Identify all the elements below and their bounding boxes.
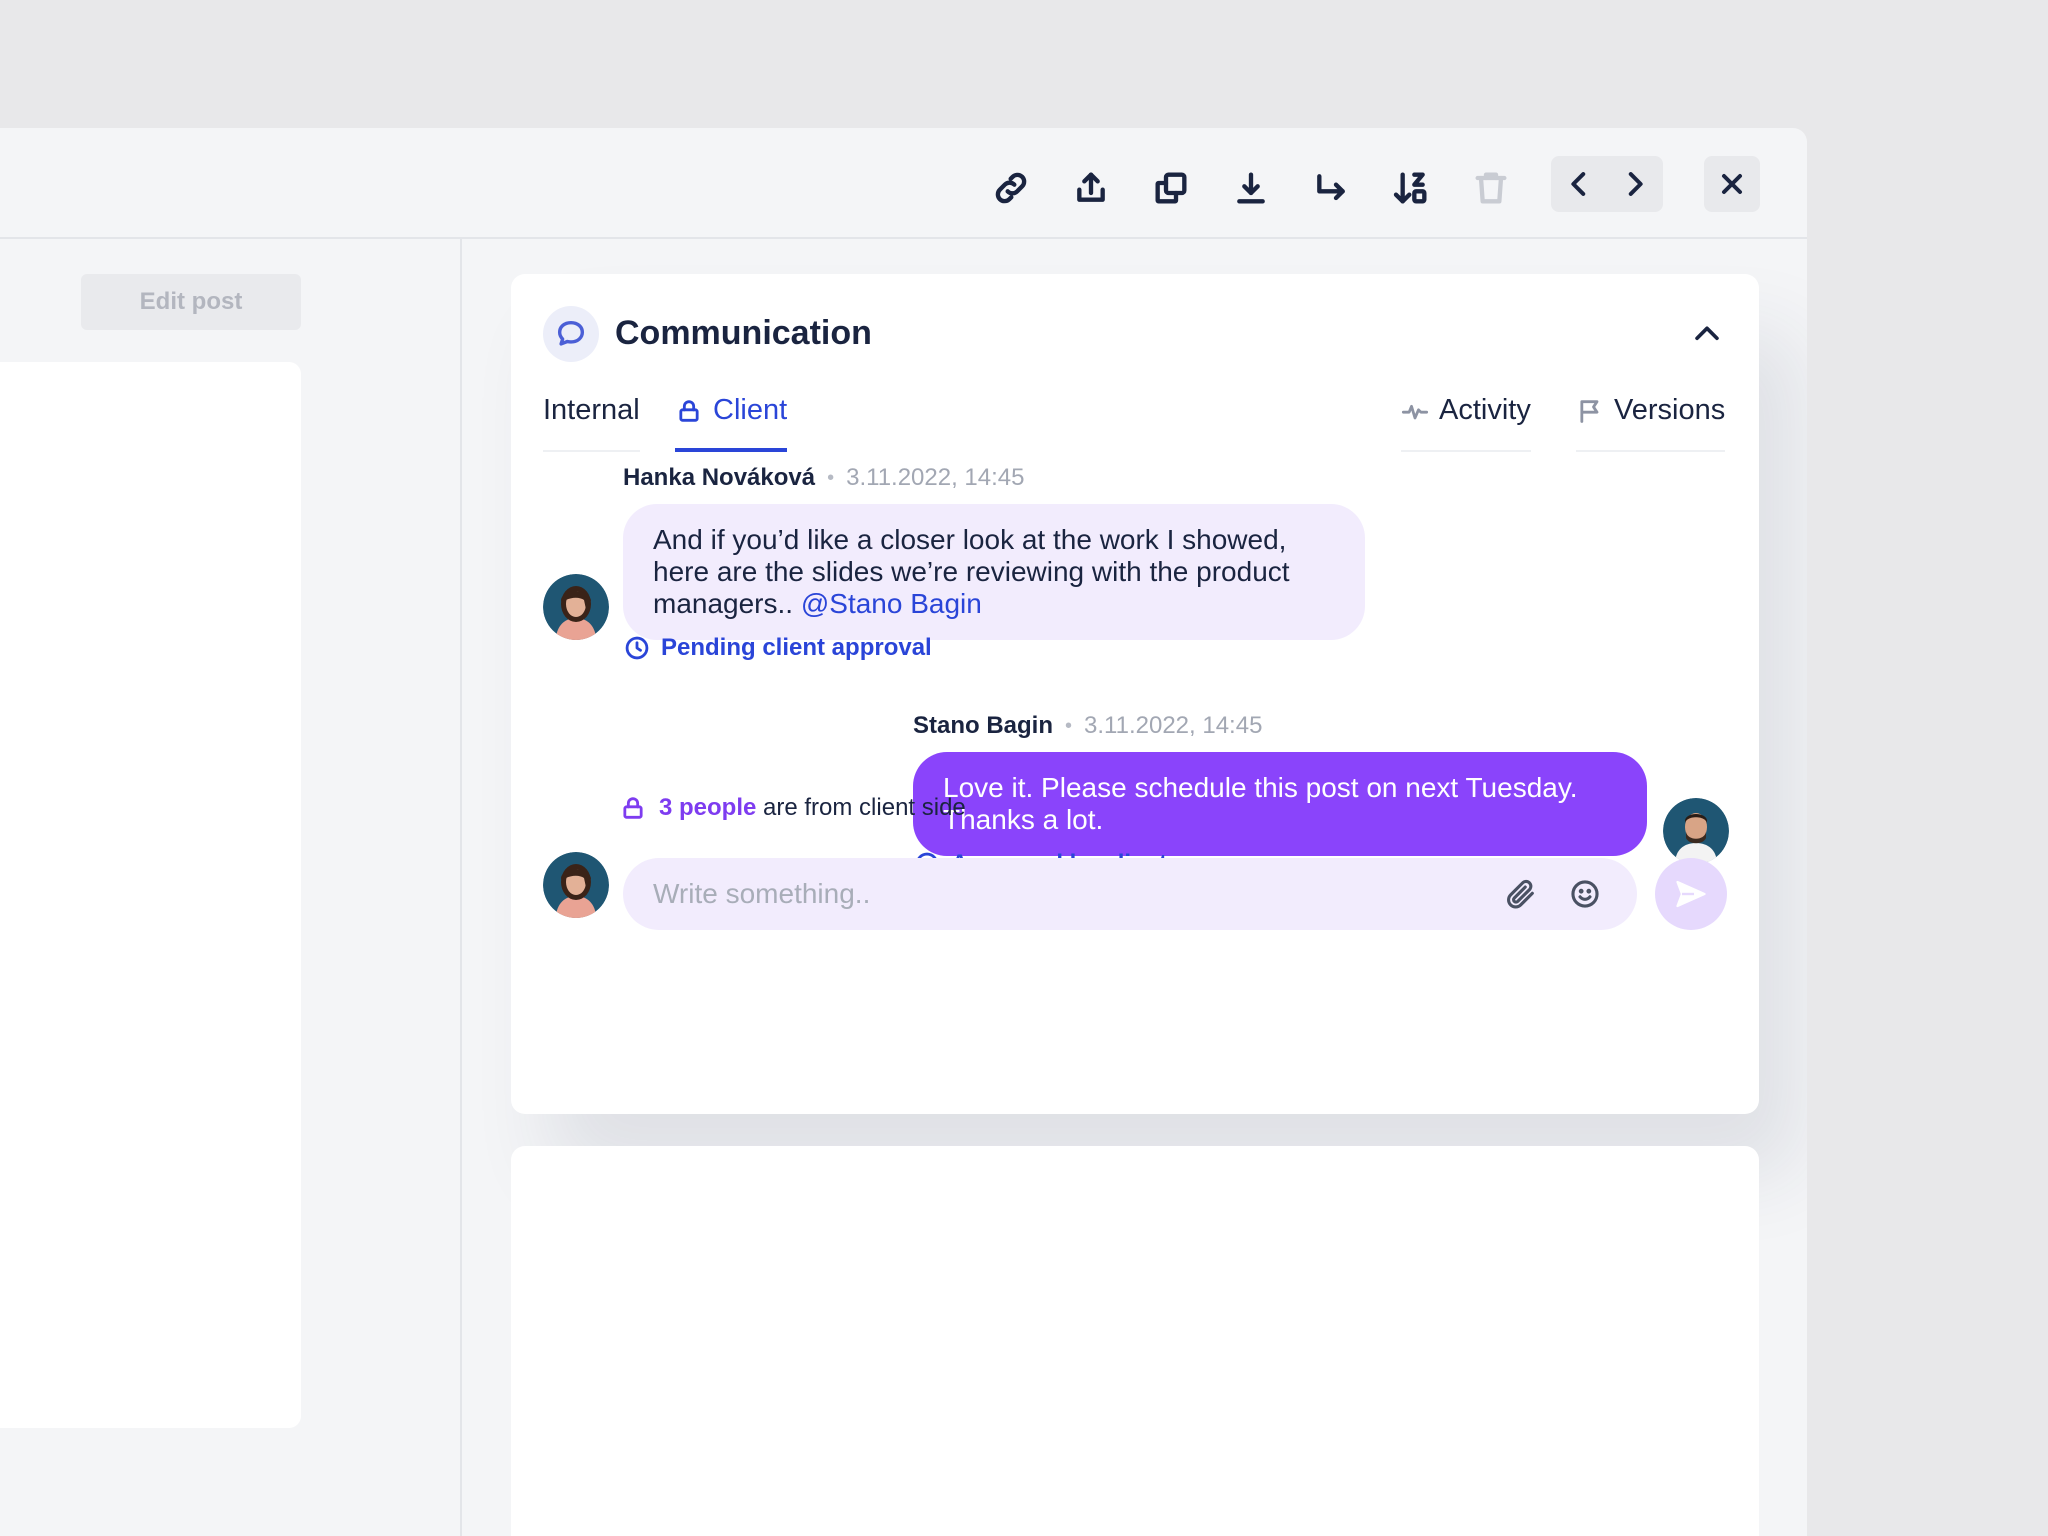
tab-activity-label: Activity	[1439, 394, 1531, 426]
share-button[interactable]	[1063, 160, 1119, 216]
tab-internal-label: Internal	[543, 394, 640, 426]
post-navigation	[1551, 156, 1663, 212]
avatar	[1663, 798, 1729, 864]
chevron-up-icon	[1695, 326, 1719, 341]
post-preview-card	[0, 362, 301, 1428]
send-button[interactable]	[1655, 858, 1727, 930]
copy-link-button[interactable]	[983, 160, 1039, 216]
status-label: Pending client approval	[661, 634, 932, 661]
duplicate-button[interactable]	[1143, 160, 1199, 216]
flag-icon	[1580, 400, 1599, 423]
lock-icon	[623, 797, 643, 819]
send-icon	[1676, 880, 1706, 908]
people-note-text: are from client side	[763, 794, 966, 821]
chat-bubble-icon	[543, 306, 599, 362]
chevron-right-icon	[1628, 172, 1643, 196]
avatar-current-user	[543, 852, 609, 918]
paperclip-icon	[1507, 879, 1534, 909]
panel-divider	[460, 239, 462, 1536]
forward-icon	[1317, 174, 1345, 201]
avatar-hanka	[543, 574, 609, 640]
message-input[interactable]	[653, 858, 1493, 930]
message-time: 3.11.2022, 14:45	[1084, 712, 1263, 739]
separator-dot: •	[1065, 714, 1073, 737]
client-people-note: 3 people are from client side	[619, 794, 966, 822]
message-author: Hanka Nováková	[623, 464, 816, 491]
message-author: Stano Bagin	[913, 712, 1054, 739]
tab-versions-label: Versions	[1614, 394, 1726, 426]
download-button[interactable]	[1223, 160, 1279, 216]
attach-button[interactable]	[1503, 876, 1539, 912]
download-icon	[1237, 172, 1265, 204]
previous-post-button[interactable]	[1551, 156, 1607, 212]
trash-icon	[1475, 172, 1507, 204]
collapse-button[interactable]	[1689, 316, 1725, 352]
delete-button[interactable]	[1463, 160, 1519, 216]
communication-card: Communication Internal Client Activity V…	[511, 274, 1759, 1114]
share-icon	[1077, 172, 1105, 202]
chevron-left-icon	[1571, 172, 1586, 196]
message-bubble-outgoing: Love it. Please schedule this post on ne…	[913, 752, 1647, 856]
forward-button[interactable]	[1303, 160, 1359, 216]
pending-approval-status: Pending client approval	[623, 634, 932, 662]
secondary-card	[511, 1146, 1759, 1536]
close-icon	[1722, 174, 1742, 194]
next-post-button[interactable]	[1607, 156, 1663, 212]
tab-client-label: Client	[713, 394, 788, 426]
tab-versions[interactable]: Versions	[1576, 394, 1726, 452]
toolbar	[0, 128, 1807, 239]
communication-title: Communication	[615, 314, 872, 352]
message-header: Stano Bagin • 3.11.2022, 14:45	[913, 712, 1262, 740]
close-button[interactable]	[1704, 156, 1760, 212]
emoji-button[interactable]	[1567, 876, 1603, 912]
sort-icon	[1393, 172, 1427, 204]
mention-link[interactable]: @Stano Bagin	[801, 588, 982, 619]
edit-post-button[interactable]: Edit post	[81, 274, 301, 330]
avatar-stano	[1663, 798, 1729, 864]
tab-internal[interactable]: Internal	[543, 394, 640, 452]
message-composer	[623, 858, 1637, 930]
tab-activity[interactable]: Activity	[1401, 394, 1531, 452]
sort-button[interactable]	[1383, 160, 1439, 216]
activity-icon	[1401, 404, 1429, 420]
message-time: 3.11.2022, 14:45	[846, 464, 1025, 491]
clock-icon	[625, 636, 649, 660]
link-icon	[995, 172, 1027, 204]
post-detail-window: Edit post Communication Internal Client …	[0, 128, 1807, 1536]
tab-client[interactable]: Client	[675, 394, 788, 452]
separator-dot: •	[827, 466, 835, 489]
duplicate-icon	[1155, 172, 1187, 204]
people-count-link[interactable]: 3 people	[659, 794, 756, 821]
smiley-icon	[1571, 880, 1599, 908]
message-bubble-incoming: And if you’d like a closer look at the w…	[623, 504, 1365, 640]
message-header: Hanka Nováková • 3.11.2022, 14:45	[623, 464, 1025, 492]
avatar	[543, 852, 609, 918]
message-text: Love it. Please schedule this post on ne…	[943, 772, 1578, 835]
lock-icon	[679, 400, 699, 422]
avatar	[543, 574, 609, 640]
